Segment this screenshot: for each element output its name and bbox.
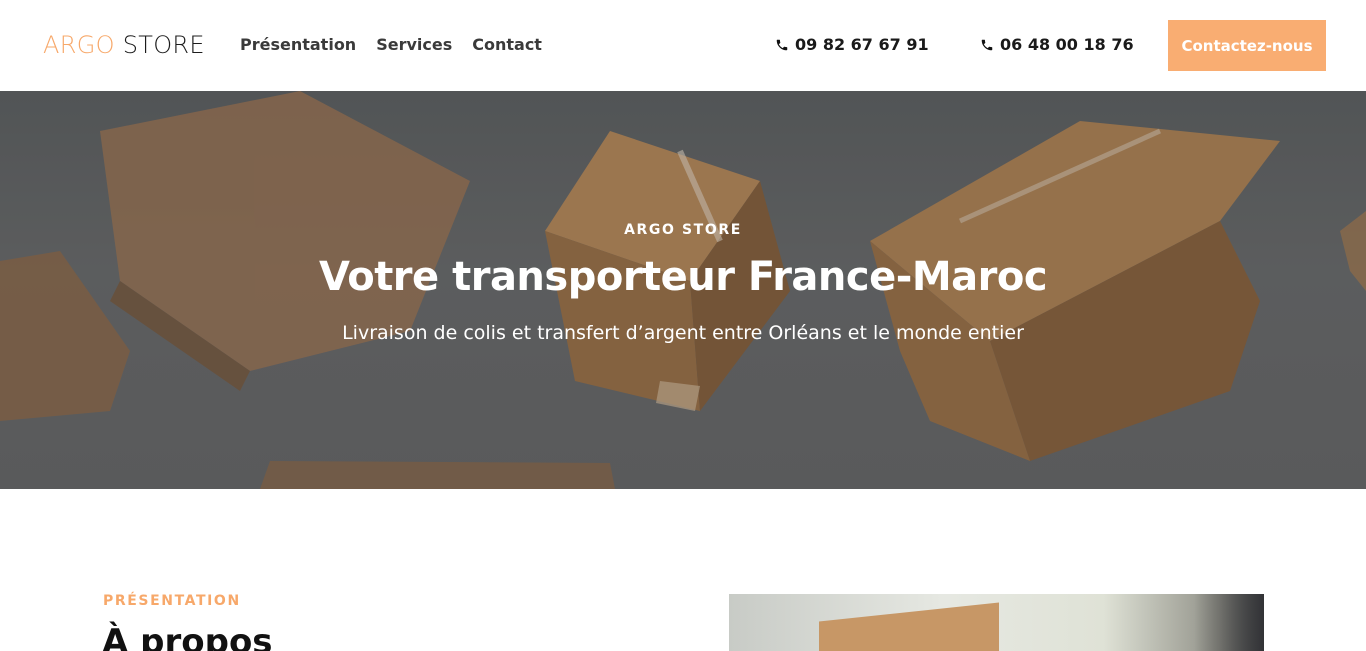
hero-kicker: ARGO STORE [624, 222, 742, 238]
phone-icon [981, 39, 993, 50]
nav-item-presentation[interactable]: Présentation [240, 35, 356, 54]
hero-subtitle: Livraison de colis et transfert d’argent… [342, 322, 1024, 344]
nav-item-services[interactable]: Services [376, 35, 452, 54]
logo-store: STORE [122, 31, 205, 59]
logo-argo: ARGO [43, 31, 115, 59]
presentation-image [729, 594, 1264, 651]
phone-number-1: 09 82 67 67 91 [795, 35, 929, 54]
phone-number-2: 06 48 00 18 76 [1000, 35, 1134, 54]
phone-icon [776, 39, 788, 50]
image-box-shape [819, 602, 999, 651]
image-shade [1194, 594, 1264, 651]
phone-link-1[interactable]: 09 82 67 67 91 [775, 35, 929, 54]
logo[interactable]: ARGO STORE [43, 31, 205, 59]
contact-button[interactable]: Contactez-nous [1168, 20, 1326, 71]
site-header: ARGO STORE Présentation Services Contact… [0, 0, 1366, 91]
hero-title: Votre transporteur France-Maroc [318, 254, 1048, 300]
presentation-title: À propos [102, 622, 273, 651]
presentation-kicker: PRÉSENTATION [103, 593, 241, 609]
phone-link-2[interactable]: 06 48 00 18 76 [980, 35, 1134, 54]
main-nav: Présentation Services Contact [240, 35, 542, 54]
nav-item-contact[interactable]: Contact [472, 35, 542, 54]
hero-banner: ARGO STORE Votre transporteur France-Mar… [0, 91, 1366, 489]
